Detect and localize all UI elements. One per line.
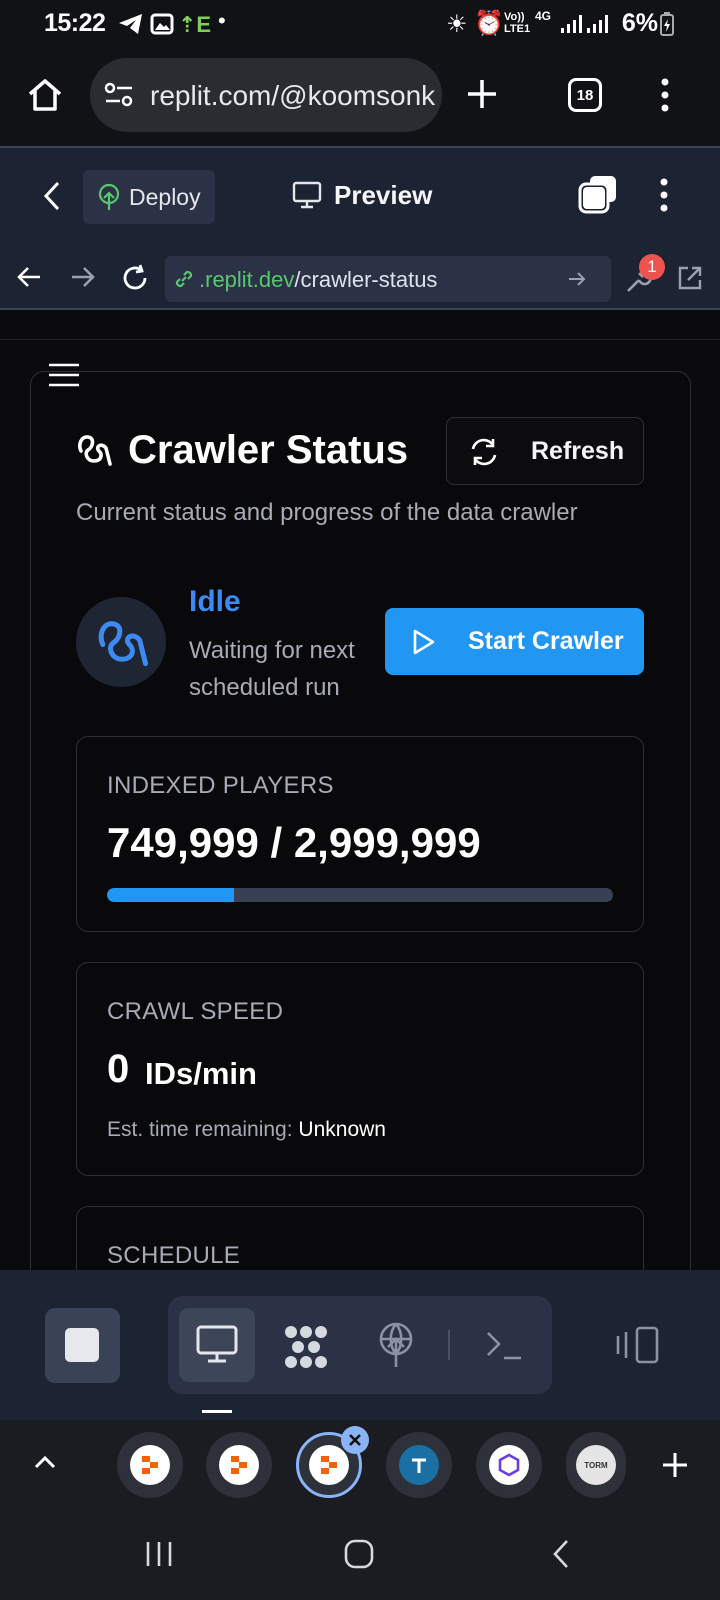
preview-back-icon[interactable] <box>16 265 42 289</box>
close-tab-button[interactable] <box>341 1426 369 1454</box>
devices-icon[interactable] <box>615 1326 661 1364</box>
monitor-icon <box>292 181 322 209</box>
crawl-speed-unit: IDs/min <box>145 1056 257 1091</box>
indexed-players-label: INDEXED PLAYERS <box>107 772 334 799</box>
crawl-speed-label: CRAWL SPEED <box>107 998 284 1025</box>
deploy-label: Deploy <box>129 184 201 210</box>
idle-worm-icon <box>98 621 149 667</box>
preview-url-text: .replit.dev/crawler-status <box>199 267 437 293</box>
devtools-badge: 1 <box>639 254 665 280</box>
hamburger-menu-icon[interactable] <box>48 363 80 387</box>
stop-icon <box>65 1328 99 1362</box>
preview-url-path: /crawler-status <box>294 267 438 292</box>
reload-icon[interactable] <box>120 263 150 293</box>
tab-6[interactable]: TORM <box>566 1432 626 1498</box>
status-bar: 15:22 ⇡E • ☀ ⏰ Vo)) LTE1 4G 6% <box>0 0 720 48</box>
indexed-progress-bar <box>107 888 613 902</box>
tab-2[interactable] <box>206 1432 272 1498</box>
page-title: Crawler Status <box>128 428 409 472</box>
start-crawler-label: Start Crawler <box>468 627 624 655</box>
recent-apps-icon[interactable] <box>144 1540 174 1568</box>
signal-icon <box>561 15 582 33</box>
est-time-label: Est. time remaining: <box>107 1118 293 1141</box>
hexagon-tab-icon <box>498 1453 520 1477</box>
page-subtitle: Current status and progress of the data … <box>76 499 578 526</box>
crawler-worm-icon <box>78 435 112 466</box>
back-nav-icon[interactable] <box>551 1539 571 1569</box>
stop-button[interactable] <box>45 1308 120 1383</box>
preview-forward-icon[interactable] <box>70 265 96 289</box>
replit-tab-1-icon <box>142 1456 158 1474</box>
home-icon[interactable] <box>26 76 64 114</box>
refresh-icon <box>471 438 497 466</box>
url-text: replit.com/@koomsonk <box>150 80 436 111</box>
tab-5[interactable] <box>476 1432 542 1498</box>
site-settings-icon[interactable] <box>104 82 134 108</box>
torm-tab-icon: TORM <box>584 1460 608 1470</box>
indexed-players-value: 749,999 / 2,999,999 <box>107 819 481 866</box>
refresh-label: Refresh <box>531 437 625 465</box>
tab-1[interactable] <box>117 1432 183 1498</box>
play-icon <box>413 629 435 655</box>
home-nav-icon[interactable] <box>344 1539 374 1569</box>
network-label: 4G <box>535 9 552 23</box>
start-crawler-button[interactable]: Start Crawler <box>385 608 644 675</box>
crawl-speed-card: CRAWL SPEED 0 IDs/min Est. time remainin… <box>76 962 644 1176</box>
crawl-speed-value: 0 <box>107 1047 130 1091</box>
est-time-value: Unknown <box>298 1118 386 1141</box>
open-external-icon[interactable] <box>676 264 704 292</box>
signal-2-icon <box>587 15 608 33</box>
battery-icon <box>660 12 674 36</box>
volte-icon: Vo)) LTE1 <box>504 11 531 35</box>
preview-icon <box>196 1325 238 1363</box>
network-type-icon: ⇡E <box>178 12 212 37</box>
deploy-icon <box>98 183 120 210</box>
gallery-icon <box>150 13 174 35</box>
back-chevron-icon[interactable] <box>42 180 62 212</box>
replit-more-icon[interactable] <box>659 178 669 212</box>
schedule-label: SCHEDULE <box>107 1242 241 1269</box>
address-bar[interactable]: replit.com/@koomsonk <box>90 58 442 132</box>
replit-tab-2-icon <box>231 1456 247 1474</box>
est-time-remaining: Est. time remaining: Unknown <box>107 1118 386 1142</box>
expand-tabs-icon[interactable] <box>33 1454 57 1470</box>
close-icon <box>349 1434 361 1446</box>
shell-icon[interactable] <box>485 1328 523 1362</box>
preview-url-domain: .replit.dev <box>199 267 295 292</box>
status-label: Idle <box>189 585 241 618</box>
deploy-button[interactable]: Deploy <box>83 170 215 224</box>
preview-url-field[interactable]: .replit.dev/crawler-status <box>165 256 611 302</box>
link-icon <box>175 270 193 288</box>
status-avatar <box>76 597 166 687</box>
tab-4[interactable] <box>386 1432 452 1498</box>
page-divider <box>0 339 720 340</box>
preview-title: Preview <box>334 180 433 210</box>
workspace-icon[interactable] <box>283 1324 329 1370</box>
notification-dot-icon: • <box>218 8 226 33</box>
go-arrow-icon[interactable] <box>567 270 587 288</box>
app-tab-icon <box>412 1458 426 1473</box>
devtools-badge-count: 1 <box>647 257 657 276</box>
deploy-tool-icon[interactable] <box>377 1322 415 1368</box>
clock: 15:22 <box>44 9 106 37</box>
tool-active-indicator <box>202 1410 232 1413</box>
alarm-icon: ⏰ <box>474 10 504 37</box>
add-tab-icon[interactable] <box>661 1451 689 1479</box>
more-vert-icon[interactable] <box>660 78 670 112</box>
tab-count: 18 <box>576 86 594 104</box>
tool-preview-button[interactable] <box>179 1308 255 1382</box>
brightness-icon: ☀ <box>446 11 468 38</box>
replit-tab-3-icon <box>321 1456 337 1474</box>
refresh-button[interactable]: Refresh <box>446 417 644 485</box>
battery-percent: 6% <box>621 9 658 37</box>
indexed-players-card: INDEXED PLAYERS 749,999 / 2,999,999 <box>76 736 644 932</box>
telegram-icon <box>119 14 142 34</box>
indexed-progress-fill <box>107 888 234 902</box>
new-tab-icon[interactable] <box>466 78 498 110</box>
tab-switcher-button[interactable]: 18 <box>568 78 602 112</box>
status-description: Waiting for next scheduled run <box>189 637 355 701</box>
tool-separator <box>448 1330 450 1360</box>
duplicate-window-icon[interactable] <box>578 174 618 214</box>
